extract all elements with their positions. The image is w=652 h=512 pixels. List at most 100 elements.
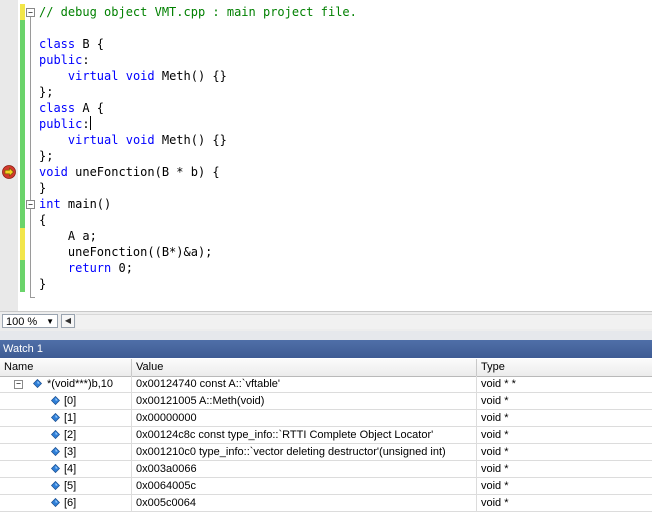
- code-token: Meth() {}: [154, 133, 227, 147]
- code-line[interactable]: void uneFonction(B * b) {: [39, 164, 357, 180]
- zoom-value: 100 %: [6, 316, 38, 328]
- code-keyword: void: [125, 69, 155, 83]
- watch-type-cell: void *: [481, 497, 509, 509]
- change-marker-saved: [20, 20, 25, 228]
- code-line[interactable]: class B {: [39, 36, 357, 52]
- change-marker-unsaved: [20, 228, 25, 260]
- watch-name-cell[interactable]: [5]: [0, 478, 132, 495]
- watch-row[interactable]: [5] 0x0064005c void *: [0, 478, 652, 495]
- column-header-type[interactable]: Type: [477, 359, 652, 376]
- code-keyword: class: [39, 37, 76, 51]
- column-header-name[interactable]: Name: [0, 359, 132, 376]
- collapse-toggle[interactable]: −: [26, 200, 35, 209]
- watch-name-cell[interactable]: [2]: [0, 427, 132, 444]
- code-line[interactable]: };: [39, 84, 357, 100]
- code-line[interactable]: uneFonction((B*)&a);: [39, 244, 357, 260]
- code-keyword: public: [39, 117, 83, 131]
- code-editor[interactable]: − − // debug object VMT.cpp : main proje…: [0, 0, 652, 311]
- editor-status-bar: 100 % ▼ ◀: [0, 311, 652, 331]
- watch-window-title[interactable]: Watch 1: [0, 340, 652, 358]
- watch-name: [3]: [64, 446, 77, 458]
- code-line[interactable]: [39, 20, 357, 36]
- watch-row[interactable]: [0] 0x00121005 A::Meth(void) void *: [0, 393, 652, 410]
- watch-grid[interactable]: Name Value Type − *(void***)b,10 0x0012474…: [0, 359, 652, 512]
- watch-value-cell[interactable]: 0x00000000: [132, 410, 477, 427]
- watch-name-cell[interactable]: [4]: [0, 461, 132, 478]
- watch-value-cell[interactable]: 0x0064005c: [132, 478, 477, 495]
- watch-name-cell[interactable]: [6]: [0, 495, 132, 512]
- code-token: };: [39, 85, 54, 99]
- chevron-down-icon[interactable]: ▼: [46, 315, 54, 329]
- code-line[interactable]: {: [39, 212, 357, 228]
- code-line[interactable]: }: [39, 276, 357, 292]
- code-line[interactable]: int main(): [39, 196, 357, 212]
- pane-splitter[interactable]: [0, 331, 652, 340]
- watch-name: *(void***)b,10: [47, 378, 114, 390]
- watch-name-cell[interactable]: [1]: [0, 410, 132, 427]
- watch-row[interactable]: [1] 0x00000000 void *: [0, 410, 652, 427]
- watch-type-cell: void *: [481, 446, 509, 458]
- code-keyword: void: [125, 133, 155, 147]
- column-header-value[interactable]: Value: [132, 359, 477, 376]
- watch-value-cell[interactable]: 0x00121005 A::Meth(void): [132, 393, 477, 410]
- code-token: uneFonction((B*)&a);: [39, 245, 213, 259]
- watch-type-cell: void *: [481, 395, 509, 407]
- variable-icon: [51, 447, 60, 456]
- code-token: :: [82, 117, 90, 131]
- code-line[interactable]: };: [39, 148, 357, 164]
- scroll-left-button[interactable]: ◀: [61, 314, 75, 328]
- code-line[interactable]: return 0;: [39, 260, 357, 276]
- watch-value-cell[interactable]: 0x003a0066: [132, 461, 477, 478]
- collapse-toggle[interactable]: −: [14, 380, 23, 389]
- code-keyword: class: [39, 101, 76, 115]
- code-line[interactable]: }: [39, 180, 357, 196]
- outline-guide: [30, 12, 31, 298]
- watch-name: [2]: [64, 429, 77, 441]
- code-line[interactable]: public:: [39, 52, 357, 68]
- watch-row[interactable]: [3] 0x001210c0 type_info::`vector deletin…: [0, 444, 652, 461]
- variable-icon: [51, 396, 60, 405]
- watch-name: [4]: [64, 463, 77, 475]
- code-line[interactable]: // debug object VMT.cpp : main project f…: [39, 4, 357, 20]
- code-line[interactable]: A a;: [39, 228, 357, 244]
- variable-icon: [51, 464, 60, 473]
- code-token: B {: [75, 37, 105, 51]
- watch-value-cell[interactable]: 0x001210c0 type_info::`vector deleting d…: [132, 444, 477, 461]
- watch-row[interactable]: [4] 0x003a0066 void *: [0, 461, 652, 478]
- watch-type-cell: void *: [481, 412, 509, 424]
- code-line[interactable]: class A {: [39, 100, 357, 116]
- code-text[interactable]: // debug object VMT.cpp : main project f…: [39, 4, 357, 292]
- variable-icon: [51, 498, 60, 507]
- watch-name: [5]: [64, 480, 77, 492]
- watch-row[interactable]: [2] 0x00124c8c const type_info::`RTTI Com…: [0, 427, 652, 444]
- watch-type-cell: void * *: [481, 378, 516, 390]
- watch-value-cell[interactable]: 0x00124740 const A::`vftable': [132, 376, 477, 393]
- variable-icon: [33, 379, 42, 388]
- change-marker-saved: [20, 260, 25, 292]
- watch-name-cell[interactable]: [0]: [0, 393, 132, 410]
- watch-name-cell[interactable]: [3]: [0, 444, 132, 461]
- watch-row[interactable]: [6] 0x005c0064 void *: [0, 495, 652, 512]
- code-token: :: [82, 53, 90, 67]
- code-line[interactable]: virtual void Meth() {}: [39, 132, 357, 148]
- watch-row[interactable]: − *(void***)b,10 0x00124740 const A::`vfta…: [0, 376, 652, 393]
- outline-end-tick: [31, 297, 35, 298]
- collapse-toggle[interactable]: −: [26, 8, 35, 17]
- zoom-dropdown[interactable]: 100 % ▼: [2, 314, 58, 328]
- watch-name: [6]: [64, 497, 77, 509]
- code-token: A a;: [39, 229, 97, 243]
- horizontal-scrollbar[interactable]: [76, 314, 652, 329]
- code-line[interactable]: virtual void Meth() {}: [39, 68, 357, 84]
- watch-value-cell[interactable]: 0x00124c8c const type_info::`RTTI Comple…: [132, 427, 477, 444]
- watch-name: [0]: [64, 395, 77, 407]
- watch-value-cell[interactable]: 0x005c0064: [132, 495, 477, 512]
- indicator-margin[interactable]: [0, 0, 18, 311]
- watch-name-cell[interactable]: − *(void***)b,10: [0, 376, 132, 393]
- code-token: 0;: [111, 261, 133, 275]
- watch-type-cell: void *: [481, 480, 509, 492]
- code-keyword: virtual: [67, 133, 119, 147]
- change-marker-unsaved: [20, 4, 25, 20]
- code-line[interactable]: public:: [39, 116, 357, 132]
